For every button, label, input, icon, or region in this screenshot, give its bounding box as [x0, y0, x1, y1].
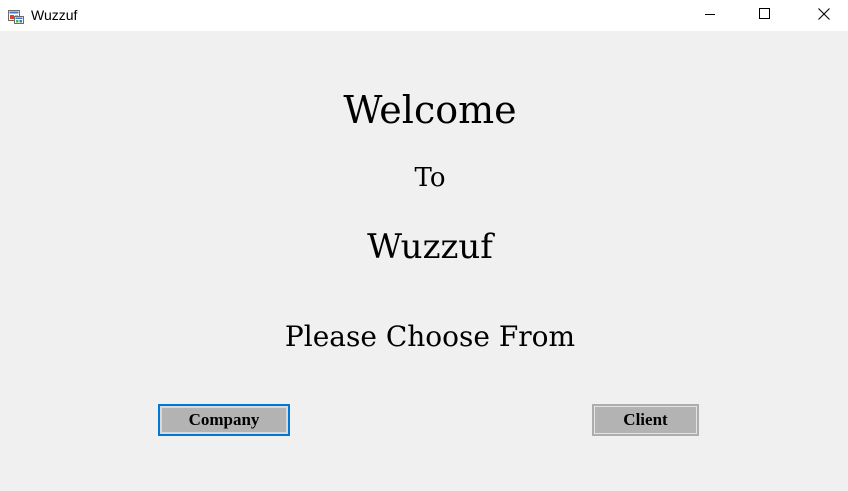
- minimize-button[interactable]: [687, 0, 733, 31]
- title-bar[interactable]: Wuzzuf: [0, 0, 848, 31]
- choose-prompt-label: Please Choose From: [284, 320, 576, 353]
- app-name-label: Wuzzuf: [367, 227, 493, 267]
- minimize-icon: [704, 7, 716, 25]
- to-label: To: [414, 163, 446, 193]
- close-button[interactable]: [801, 0, 847, 31]
- client-button[interactable]: Client: [592, 404, 699, 436]
- window-title: Wuzzuf: [31, 7, 78, 23]
- company-button[interactable]: Company: [158, 404, 290, 436]
- close-icon: [818, 7, 830, 25]
- windows-form-icon: [8, 8, 24, 24]
- app-window: Wuzzuf Welcome To Wuzzuf Please Choose F…: [0, 0, 848, 491]
- maximize-icon: [759, 7, 771, 25]
- welcome-label: Welcome: [343, 88, 517, 132]
- maximize-button[interactable]: [742, 0, 788, 31]
